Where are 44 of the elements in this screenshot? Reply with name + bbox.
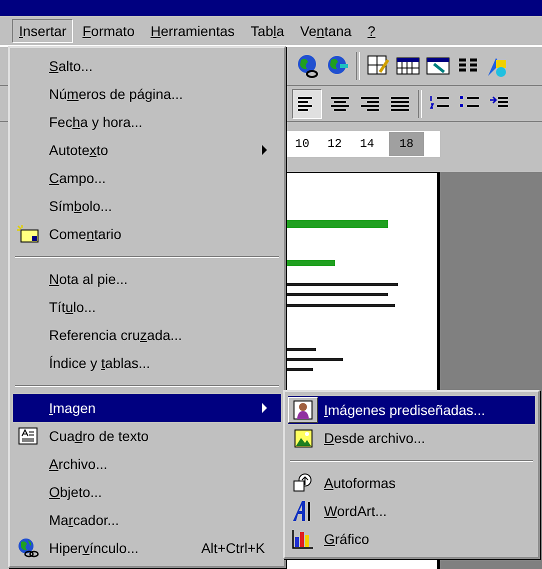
menu-item[interactable]: Autoformas <box>288 469 535 497</box>
menu-item[interactable]: Autotexto <box>13 136 281 164</box>
menu-item[interactable]: Imágenes prediseñadas... <box>288 396 535 424</box>
submenu-arrow-icon <box>262 403 267 413</box>
note-icon <box>17 225 39 243</box>
image-file-icon <box>293 428 313 448</box>
menu-item[interactable]: Índice y tablas... <box>13 349 281 377</box>
menu-item[interactable]: Nota al pie... <box>13 265 281 293</box>
font-size-option[interactable]: 12 <box>324 135 345 153</box>
align-left-icon[interactable] <box>292 88 322 118</box>
clip-art-icon <box>293 400 313 420</box>
menu-bar-item[interactable]: Tabla <box>244 18 292 42</box>
menu-item[interactable]: Imagen <box>13 394 281 422</box>
menu-bar-item[interactable]: Ventana <box>293 18 359 42</box>
shapes-icon <box>292 473 314 493</box>
globe-chain-icon <box>17 538 39 558</box>
menu-item[interactable]: Referencia cruzada... <box>13 321 281 349</box>
bar-chart-icon <box>292 529 314 549</box>
menu-item[interactable]: Salto... <box>13 52 281 80</box>
menu-bar-item[interactable]: Herramientas <box>144 18 242 42</box>
menu-item[interactable]: Objeto... <box>13 478 281 506</box>
menu-bar-item[interactable]: Insertar <box>12 18 74 42</box>
menu-item[interactable]: Desde archivo... <box>288 424 535 452</box>
menu-item[interactable]: Marcador... <box>13 506 281 534</box>
submenu-arrow-icon <box>262 145 267 155</box>
text-box-icon <box>18 427 38 445</box>
menu-item[interactable]: Campo... <box>13 164 281 192</box>
menu-item[interactable]: Comentario <box>13 220 281 248</box>
menu-item[interactable]: Título... <box>13 293 281 321</box>
menu-item[interactable]: Gráfico <box>288 525 535 553</box>
font-size-option[interactable]: 10 <box>292 135 312 153</box>
menu-item[interactable]: WordArt... <box>288 497 535 525</box>
menu-item[interactable]: Números de página... <box>13 80 281 108</box>
shortcut-label: Alt+Ctrl+K <box>201 540 266 556</box>
menu-item[interactable]: Cuadro de texto <box>13 422 281 450</box>
font-size-option[interactable]: 18 <box>389 132 424 156</box>
menu-item[interactable]: Fecha y hora... <box>13 108 281 136</box>
menu-item[interactable]: Símbolo... <box>13 192 281 220</box>
font-size-option[interactable]: 14 <box>356 135 378 153</box>
menu-item[interactable]: Hipervínculo... Alt+Ctrl+K <box>13 534 281 562</box>
menu-bar-item[interactable]: Formato <box>75 18 142 42</box>
menu-bar-item[interactable]: ? <box>360 18 382 42</box>
globe-icon[interactable] <box>296 54 320 78</box>
menu-item[interactable]: Archivo... <box>13 450 281 478</box>
